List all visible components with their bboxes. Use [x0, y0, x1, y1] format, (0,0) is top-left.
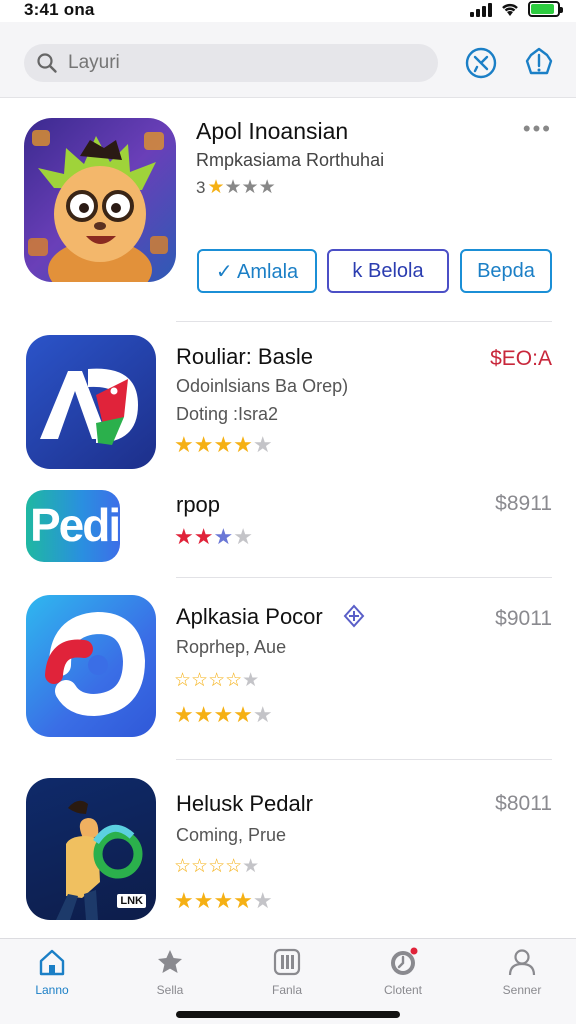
- app-name-rpop[interactable]: rpop: [176, 492, 220, 518]
- featured-app-title: Apol Inoansian: [196, 118, 349, 144]
- search-bar[interactable]: [24, 44, 438, 82]
- app-icon-aplkasia[interactable]: [26, 595, 156, 737]
- apps-icon: [273, 948, 301, 976]
- app-rating-aplkasia: ★★★★★: [174, 702, 273, 727]
- featured-app-icon[interactable]: [24, 118, 176, 282]
- tab-apps[interactable]: Fanla: [247, 947, 327, 997]
- wifi-icon: [502, 3, 518, 16]
- app-subtitle-aplkasia: Roprhep, Aue: [176, 637, 287, 657]
- app-subtitle-helusk: Coming, Prue: [176, 825, 287, 845]
- more-options-icon[interactable]: •••: [523, 118, 552, 140]
- app-price-rpop[interactable]: $8911: [495, 492, 552, 516]
- app-subtitle-rouliar: Odoinlsians Ba Orep): [176, 376, 349, 396]
- home-icon: [39, 949, 65, 976]
- app-price-helusk[interactable]: $8011: [495, 792, 552, 816]
- star-icon: [158, 950, 182, 973]
- tab-label-updates: Clotent: [383, 983, 423, 997]
- status-time: 3:41 ona: [24, 0, 95, 19]
- app-meta-rouliar: Doting :Isra2: [176, 404, 279, 424]
- app-price-aplkasia[interactable]: $9011: [495, 607, 552, 631]
- app-icon-rouliar[interactable]: [26, 335, 156, 469]
- divider: [176, 321, 552, 322]
- person-icon: [508, 949, 536, 976]
- open-button[interactable]: k Belola: [327, 249, 449, 293]
- app-rating-rpop: ★★★★: [174, 524, 253, 549]
- app-rating-rouliar: ★★★★★: [174, 432, 273, 457]
- tab-featured[interactable]: Sella: [130, 947, 210, 997]
- app-name-rouliar[interactable]: Rouliar: Basle: [176, 344, 313, 370]
- search-icon: [37, 53, 57, 73]
- share-icon[interactable]: [522, 46, 556, 80]
- tab-label-apps: Fanla: [271, 983, 303, 997]
- divider: [176, 577, 552, 578]
- tab-label-featured: Sella: [156, 983, 184, 997]
- app-rating-top-aplkasia: ☆☆☆☆★: [174, 670, 260, 691]
- tab-label-home: Lanno: [35, 983, 69, 997]
- tab-label-profile: Senner: [502, 983, 542, 997]
- rpop-logo-text: Pedih: [30, 499, 147, 551]
- clock-icon: [391, 947, 418, 975]
- app-rating-top-helusk: ☆☆☆☆★: [174, 856, 260, 877]
- tab-home[interactable]: Lanno: [12, 947, 92, 997]
- rating-number: 3: [196, 178, 206, 197]
- home-indicator: [176, 1011, 400, 1018]
- featured-app-card[interactable]: Apol Inoansian Rmpkasiama Rorthuhai 3 ★★★…: [0, 98, 576, 322]
- featured-app-rating: 3 ★★★★: [196, 177, 276, 198]
- tab-updates[interactable]: Clotent: [363, 947, 443, 997]
- app-icon-rpop[interactable]: Pedih: [26, 490, 147, 562]
- app-rating-helusk: ★★★★★: [174, 888, 273, 913]
- app-icon-badge: LNK: [117, 894, 146, 908]
- app-name-helusk[interactable]: Helusk Pedalr: [176, 791, 313, 817]
- search-input[interactable]: [68, 52, 388, 74]
- divider: [176, 759, 552, 760]
- app-icon-helusk[interactable]: LNK: [26, 778, 156, 920]
- verified-badge-icon: [343, 604, 365, 628]
- install-button[interactable]: ✓ Amlala: [197, 249, 317, 293]
- battery-icon: [528, 1, 563, 17]
- tab-profile[interactable]: Senner: [482, 947, 562, 997]
- app-name-aplkasia[interactable]: Aplkasia Pocor: [176, 604, 323, 630]
- share-button[interactable]: Bepda: [460, 249, 552, 293]
- top-bar: [0, 22, 576, 98]
- featured-app-subtitle: Rmpkasiama Rorthuhai: [196, 150, 385, 170]
- translate-icon[interactable]: [464, 46, 498, 80]
- status-bar: 3:41 ona: [0, 0, 576, 22]
- app-price-rouliar[interactable]: $EO:A: [490, 347, 552, 371]
- signal-icon: [470, 1, 492, 17]
- status-icons: [470, 1, 563, 17]
